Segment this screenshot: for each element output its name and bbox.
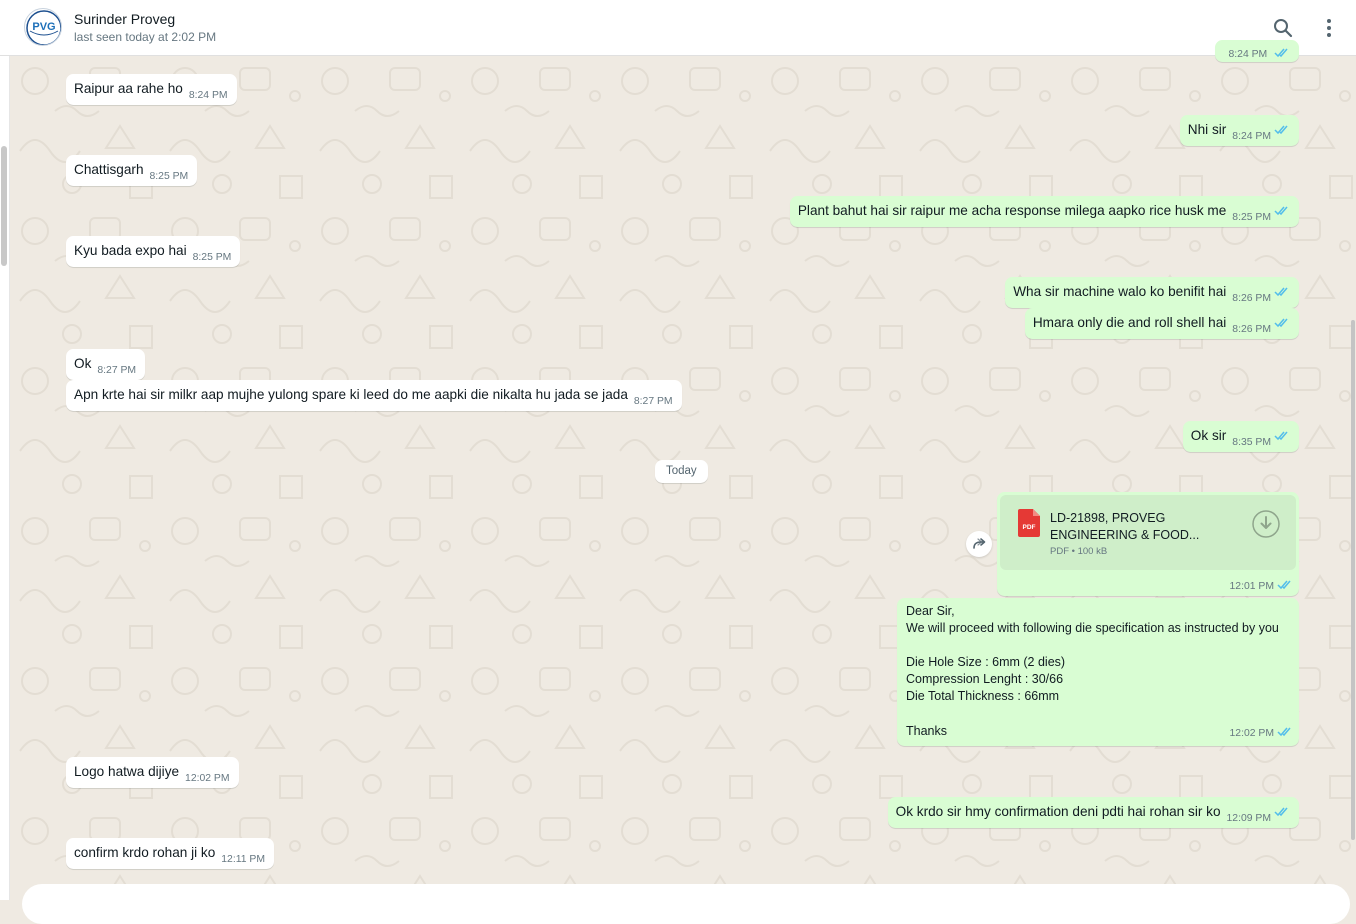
message-outgoing[interactable]: Hmara only die and roll shell hai 8:26 PM: [1024, 308, 1299, 339]
message-outgoing-multiline[interactable]: Dear Sir, We will proceed with following…: [897, 598, 1299, 746]
message-time: 8:24 PM: [1232, 131, 1271, 142]
message-text: Chattisgarh: [74, 162, 144, 177]
document-card[interactable]: PDF LD-21898, PROVEG ENGINEERING & FOOD.…: [1000, 495, 1296, 570]
read-ticks-icon: [1274, 287, 1288, 297]
pvg-logo: PVG: [26, 10, 61, 45]
message-text: Wha sir machine walo ko benifit hai: [1013, 284, 1227, 299]
message-text: confirm krdo rohan ji ko: [74, 845, 216, 860]
date-divider: Today: [655, 460, 708, 483]
download-icon[interactable]: [1251, 509, 1281, 539]
message-time: 8:27 PM: [633, 396, 673, 407]
read-ticks-icon: [1274, 431, 1288, 441]
message-outgoing[interactable]: Wha sir machine walo ko benifit hai 8:26 …: [1005, 277, 1299, 308]
message-text: Ok: [74, 356, 92, 371]
message-time: 8:24 PM: [1228, 49, 1268, 60]
message-text: Nhi sir: [1187, 122, 1227, 137]
read-ticks-icon: [1274, 807, 1288, 817]
message-time: 12:11 PM: [221, 854, 265, 865]
message-outgoing[interactable]: Ok sir 8:35 PM: [1182, 421, 1299, 452]
more-options-icon[interactable]: [1317, 16, 1341, 40]
left-scrollbar[interactable]: [1, 146, 7, 266]
message-incoming[interactable]: confirm krdo rohan ji ko 12:11 PM: [66, 838, 274, 869]
contact-avatar[interactable]: PVG: [24, 8, 62, 46]
message-outgoing[interactable]: Plant bahut hai sir raipur me acha respo…: [789, 196, 1299, 227]
message-text: Plant bahut hai sir raipur me acha respo…: [797, 203, 1227, 218]
message-time: 8:27 PM: [97, 365, 137, 376]
message-text: Kyu bada expo hai: [74, 243, 187, 258]
pdf-file-icon: PDF: [1018, 509, 1040, 537]
chat-scrollbar[interactable]: [1351, 320, 1355, 840]
message-incoming[interactable]: Logo hatwa dijiye 12:02 PM: [66, 757, 239, 788]
message-time: 12:02 PM: [1230, 725, 1293, 742]
message-incoming[interactable]: Kyu bada expo hai 8:25 PM: [66, 236, 241, 267]
message-time: 8:35 PM: [1232, 437, 1271, 448]
message-text: Apn krte hai sir milkr aap mujhe yulong …: [74, 387, 628, 402]
message-text: Logo hatwa dijiye: [74, 764, 180, 779]
search-icon[interactable]: [1271, 16, 1295, 40]
message-time: 12:09 PM: [1226, 813, 1271, 824]
message-line: [906, 705, 1291, 723]
message-outgoing[interactable]: Nhi sir 8:24 PM: [1179, 115, 1299, 146]
contact-last-seen: last seen today at 2:02 PM: [74, 30, 217, 44]
read-ticks-icon: [1274, 48, 1288, 58]
message-text: Ok krdo sir hmy confirmation deni pdti h…: [895, 804, 1221, 819]
message-incoming[interactable]: Apn krte hai sir milkr aap mujhe yulong …: [66, 380, 682, 411]
document-name: LD-21898, PROVEG ENGINEERING & FOOD...: [1050, 511, 1200, 542]
message-time: 8:26 PM: [1232, 293, 1271, 304]
document-info: PDF • 100 kB: [1050, 546, 1108, 557]
message-time: 12:01 PM: [1230, 579, 1293, 592]
message-incoming[interactable]: Ok 8:27 PM: [66, 349, 146, 380]
forward-icon: [973, 538, 986, 549]
message-time: 8:25 PM: [192, 252, 232, 263]
read-ticks-icon: [1274, 318, 1288, 328]
message-outgoing[interactable]: Ok krdo sir hmy confirmation deni pdti h…: [887, 797, 1299, 828]
message-time: 8:25 PM: [1232, 212, 1271, 223]
message-text: Ok sir: [1190, 428, 1227, 443]
message-incoming[interactable]: Raipur aa rahe ho 8:24 PM: [66, 74, 237, 105]
message-time: 8:24 PM: [188, 90, 228, 101]
message-time: 12:02 PM: [185, 773, 230, 784]
chat-header: PVG Surinder Proveg last seen today at 2…: [0, 0, 1356, 56]
message-text: Hmara only die and roll shell hai: [1032, 315, 1227, 330]
message-incoming[interactable]: Chattisgarh 8:25 PM: [66, 155, 198, 186]
message-time: 8:26 PM: [1232, 324, 1271, 335]
contact-name[interactable]: Surinder Proveg: [74, 11, 175, 27]
read-ticks-icon: [1277, 727, 1291, 737]
message-text: Raipur aa rahe ho: [74, 81, 183, 96]
message-line: Die Hole Size : 6mm (2 dies): [906, 655, 1066, 669]
message-composer[interactable]: [22, 884, 1350, 924]
message-line: Die Total Thickness : 66mm: [906, 689, 1060, 703]
read-ticks-icon: [1274, 206, 1288, 216]
message-document[interactable]: PDF LD-21898, PROVEG ENGINEERING & FOOD.…: [997, 492, 1299, 596]
forward-button[interactable]: [966, 531, 992, 557]
message-line: We will proceed with following die speci…: [906, 621, 1279, 635]
message-time: 8:25 PM: [149, 171, 189, 182]
read-ticks-icon: [1277, 580, 1291, 590]
message-line: [906, 637, 1291, 654]
message-outgoing-partial[interactable]: 8:24 PM: [1214, 40, 1299, 62]
read-ticks-icon: [1274, 125, 1288, 135]
svg-text:PVG: PVG: [32, 21, 55, 33]
message-line: Dear Sir,: [906, 604, 955, 618]
message-line: Compression Lenght : 30/66: [906, 672, 1064, 686]
svg-text:PDF: PDF: [1023, 524, 1036, 531]
